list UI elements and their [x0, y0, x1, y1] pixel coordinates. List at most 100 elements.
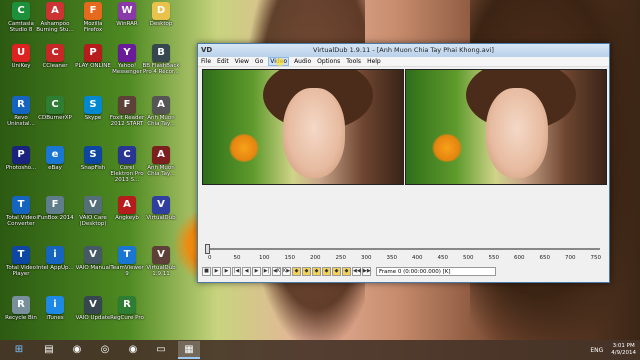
- app-icon: P: [84, 44, 102, 62]
- desktop-icon-label: iTunes: [46, 315, 64, 321]
- desktop-icon-label: Mozilla Firefox: [83, 21, 103, 33]
- desktop-icon[interactable]: T TeamViewer 9: [108, 246, 146, 286]
- desktop-icon[interactable]: C CDBurnerXP: [36, 96, 74, 136]
- toolbar-button[interactable]: ◆: [342, 266, 351, 276]
- desktop-icon[interactable]: V VAIO Care (Desktop): [74, 196, 112, 236]
- desktop-icon-label: Anh Muon Chia Tay...: [147, 115, 175, 127]
- toolbar-button[interactable]: ■: [202, 266, 211, 276]
- virtualdub-window[interactable]: VD VirtualDub 1.9.11 - [Anh Muon Chia Ta…: [197, 43, 610, 283]
- desktop-icon-label: iFunBox 2014: [36, 215, 74, 221]
- menu-tools[interactable]: Tools: [346, 58, 361, 65]
- taskbar-virtualdub-icon[interactable]: ▦: [178, 341, 200, 359]
- desktop-icon[interactable]: T Total Video Player: [2, 246, 40, 286]
- taskbar-explorer-icon[interactable]: ▭: [150, 341, 172, 359]
- start-button[interactable]: ⊞: [6, 341, 32, 359]
- app-icon: V: [152, 246, 170, 264]
- app-icon: C: [46, 44, 64, 62]
- desktop-icon[interactable]: R Revo Uninstal...: [2, 96, 40, 136]
- toolbar-button[interactable]: ▶: [252, 266, 261, 276]
- menu-options[interactable]: Options: [317, 58, 340, 65]
- desktop-icon[interactable]: i Intel AppUp...: [36, 246, 74, 286]
- app-icon: P: [12, 146, 30, 164]
- timeline-tick-label: 450: [437, 255, 449, 261]
- desktop-icon[interactable]: A Anh Muon Chia Tay...: [142, 96, 180, 136]
- toolbar-button[interactable]: ◆: [292, 266, 301, 276]
- desktop-icon[interactable]: D Desktop: [142, 2, 180, 42]
- taskbar-apps: ▤ ◉ ◎ ◉ ▭ ▦: [32, 341, 200, 359]
- toolbar-button[interactable]: ◆: [322, 266, 331, 276]
- desktop-icon[interactable]: V VirtualDub: [142, 196, 180, 236]
- toolbar-button[interactable]: K▶: [282, 266, 291, 276]
- menu-audio[interactable]: Audio: [294, 58, 311, 65]
- taskbar-firefox-icon[interactable]: ◉: [122, 341, 144, 359]
- desktop-icon[interactable]: Y Yahoo! Messenger: [108, 44, 146, 84]
- desktop-icon[interactable]: V VAIO Manual: [74, 246, 112, 286]
- toolbar-button[interactable]: ▶|: [262, 266, 271, 276]
- desktop-icon[interactable]: A Ashampoo Burning Stu...: [36, 2, 74, 42]
- desktop-icon[interactable]: F Mozilla Firefox: [74, 2, 112, 42]
- menu-file[interactable]: File: [201, 58, 211, 65]
- app-icon: U: [12, 44, 30, 62]
- desktop-icon[interactable]: S SnapFish: [74, 146, 112, 186]
- desktop-icon-label: CCleaner: [42, 63, 68, 69]
- app-icon: A: [152, 96, 170, 114]
- desktop-icon[interactable]: e eBay: [36, 146, 74, 186]
- output-video-pane[interactable]: [405, 69, 607, 185]
- desktop-icon[interactable]: S Skype: [74, 96, 112, 136]
- desktop-icon-label: Angkeyb: [115, 215, 139, 221]
- desktop-icon[interactable]: R RegCure Pro: [108, 296, 146, 336]
- toolbar-button[interactable]: ◀K: [272, 266, 281, 276]
- desktop-icon-label: Foxit Reader 2012 START: [109, 115, 145, 127]
- input-video-pane[interactable]: [202, 69, 404, 185]
- app-icon: F: [118, 96, 136, 114]
- toolbar-button[interactable]: ▶▶: [362, 266, 371, 276]
- clock[interactable]: 3:01 PM 4/9/2014: [611, 343, 636, 357]
- desktop-icon[interactable]: P PLAY ONLINE: [74, 44, 112, 84]
- desktop-icon[interactable]: P Photosho...: [2, 146, 40, 186]
- app-icon: V: [152, 196, 170, 214]
- menu-edit[interactable]: Edit: [217, 58, 229, 65]
- desktop-icon[interactable]: i iTunes: [36, 296, 74, 336]
- toolbar-button[interactable]: |◀: [232, 266, 241, 276]
- taskbar-chrome-icon[interactable]: ◉: [66, 341, 88, 359]
- menu-help[interactable]: Help: [367, 58, 381, 65]
- desktop-icon[interactable]: U UniKey: [2, 44, 40, 84]
- desktop-icon[interactable]: R Recycle Bin: [2, 296, 40, 336]
- desktop-icon[interactable]: FiFunBox 2014: [36, 196, 74, 236]
- timeline-thumb[interactable]: [205, 244, 210, 254]
- timeline-slider[interactable]: [204, 244, 604, 254]
- timeline-track[interactable]: [208, 248, 600, 250]
- app-icon: T: [12, 246, 30, 264]
- toolbar-button[interactable]: ▶: [222, 266, 231, 276]
- toolbar-button[interactable]: ◆: [302, 266, 311, 276]
- toolbar-buttons: ■ ▶ ▶ |◀ ◀ ▶ ▶| ◀K K▶ ◆ ◆ ◆ ◆ ◆ ◆ ◀◀ ▶▶: [202, 266, 372, 276]
- desktop-icon[interactable]: V VAIO Update: [74, 296, 112, 336]
- desktop-icon[interactable]: C CCleaner: [36, 44, 74, 84]
- clock-time: 3:01 PM: [612, 343, 635, 349]
- taskbar-office-icon[interactable]: ▤: [38, 341, 60, 359]
- desktop-icon[interactable]: A Anh Muon Chia Tay...: [142, 146, 180, 186]
- timeline-tick-label: 600: [514, 255, 525, 261]
- title-bar[interactable]: VD VirtualDub 1.9.11 - [Anh Muon Chia Ta…: [198, 44, 609, 57]
- desktop-icon-label: VirtualDub 1.9.11: [146, 265, 176, 277]
- desktop-icon[interactable]: C Camtasia Studio 8: [2, 2, 40, 42]
- desktop-icon[interactable]: V VirtualDub 1.9.11: [142, 246, 180, 286]
- menu-go[interactable]: Go: [255, 58, 263, 65]
- frame-readout: Frame 0 (0:00:00.000) [K]: [376, 266, 496, 276]
- taskbar-daemon-icon[interactable]: ◎: [94, 341, 116, 359]
- toolbar-button[interactable]: ▶: [212, 266, 221, 276]
- desktop-icon[interactable]: T Total Video Converter: [2, 196, 40, 236]
- menu-view[interactable]: View: [235, 58, 249, 65]
- language-indicator[interactable]: ENG: [590, 347, 603, 354]
- toolbar-button[interactable]: ◀◀: [352, 266, 361, 276]
- desktop-icon-label: eBay: [48, 165, 62, 171]
- desktop-icon[interactable]: W WinRAR: [108, 2, 146, 42]
- desktop-icon[interactable]: C Corel Elektron Pro 2013 S...: [108, 146, 146, 186]
- desktop-icon[interactable]: B BB FlashBack Pro 4 Recor...: [142, 44, 180, 84]
- timeline-tick-label: 50: [233, 255, 241, 261]
- toolbar-button[interactable]: ◆: [312, 266, 321, 276]
- desktop-icon[interactable]: F Foxit Reader 2012 START: [108, 96, 146, 136]
- desktop-icon[interactable]: A Angkeyb: [108, 196, 146, 236]
- toolbar-button[interactable]: ◀: [242, 266, 251, 276]
- toolbar-button[interactable]: ◆: [332, 266, 341, 276]
